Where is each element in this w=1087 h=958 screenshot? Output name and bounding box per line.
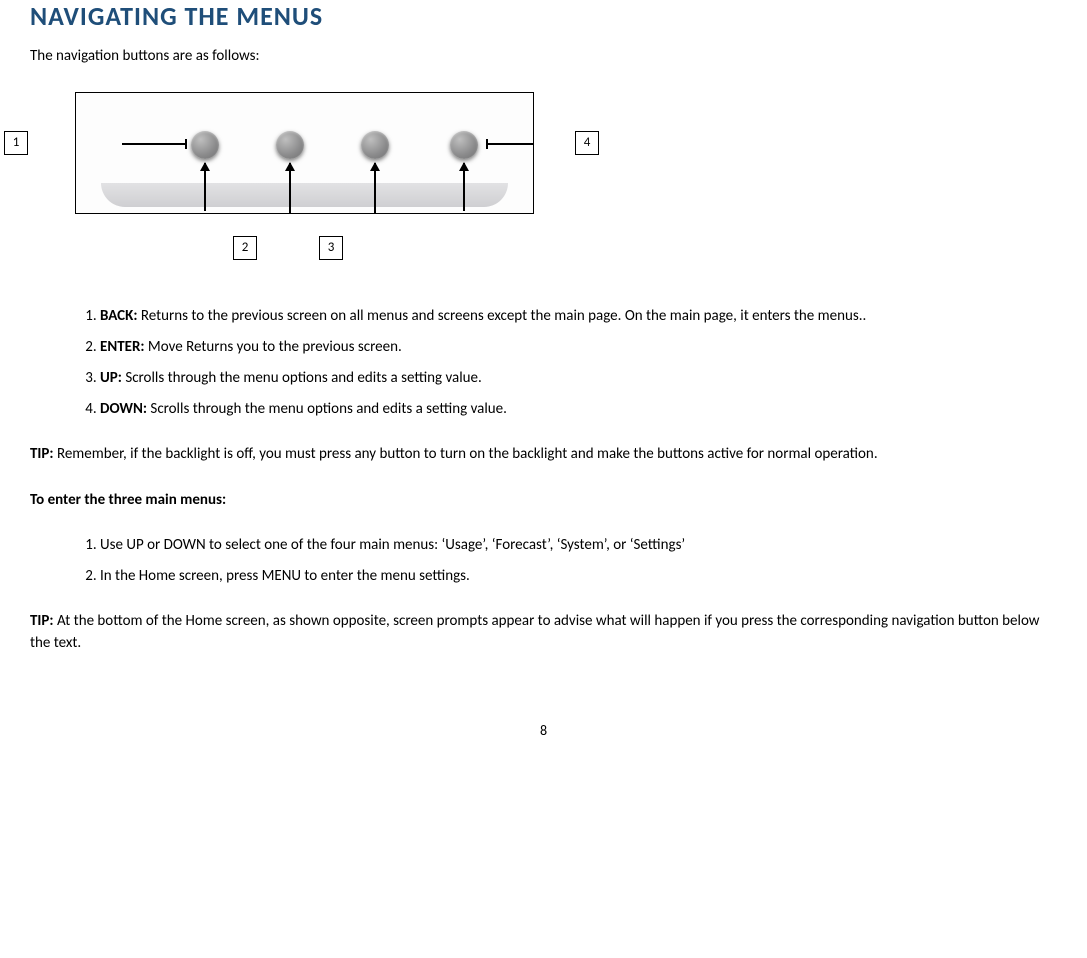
device-button-4-icon [450,131,478,159]
button-name: UP: [100,369,122,387]
tip-text: At the bottom of the Home screen, as sho… [30,612,1040,652]
callout-4: 4 [575,131,599,155]
tip-2: TIP: At the bottom of the Home screen, a… [30,611,1057,655]
steps-list: Use UP or DOWN to select one of the four… [80,535,1057,587]
button-desc: Scrolls through the menu options and edi… [147,400,507,418]
device-button-1-icon [191,131,219,159]
device-photo [75,92,534,214]
bracket-right-icon [488,143,534,145]
arrow-icon [374,163,376,214]
arrow-icon [289,163,291,214]
arrow-icon [463,163,465,211]
button-definitions-list: BACK: Returns to the previous screen on … [80,306,1057,420]
callout-2: 2 [233,236,257,260]
button-name: BACK: [100,307,137,325]
device-button-2-icon [276,131,304,159]
tip-text: Remember, if the backlight is off, you m… [54,445,878,463]
button-name: DOWN: [100,400,147,418]
bracket-left-icon [122,143,185,145]
button-desc: Returns to the previous screen on all me… [137,307,866,325]
callout-1: 1 [4,131,28,155]
button-desc: Move Returns you to the previous screen. [145,338,402,356]
list-item: Use UP or DOWN to select one of the four… [100,535,1057,556]
page-title: NAVIGATING THE MENUS [30,0,1057,32]
list-item: UP: Scrolls through the menu options and… [100,368,1057,389]
list-item: ENTER: Move Returns you to the previous … [100,337,1057,358]
list-item: BACK: Returns to the previous screen on … [100,306,1057,327]
device-figure: 1 2 3 4 [30,92,1057,272]
tip-label: TIP: [30,612,54,630]
tip-1: TIP: Remember, if the backlight is off, … [30,444,1057,466]
subheading: To enter the three main menus: [30,490,1057,512]
intro-text: The navigation buttons are as follows: [30,46,1057,68]
button-desc: Scrolls through the menu options and edi… [122,369,482,387]
page-number: 8 [0,722,1087,739]
device-button-3-icon [361,131,389,159]
callout-3: 3 [319,236,343,260]
tip-label: TIP: [30,445,54,463]
list-item: DOWN: Scrolls through the menu options a… [100,399,1057,420]
arrow-icon [204,163,206,211]
list-item: In the Home screen, press MENU to enter … [100,566,1057,587]
button-name: ENTER: [100,338,145,356]
